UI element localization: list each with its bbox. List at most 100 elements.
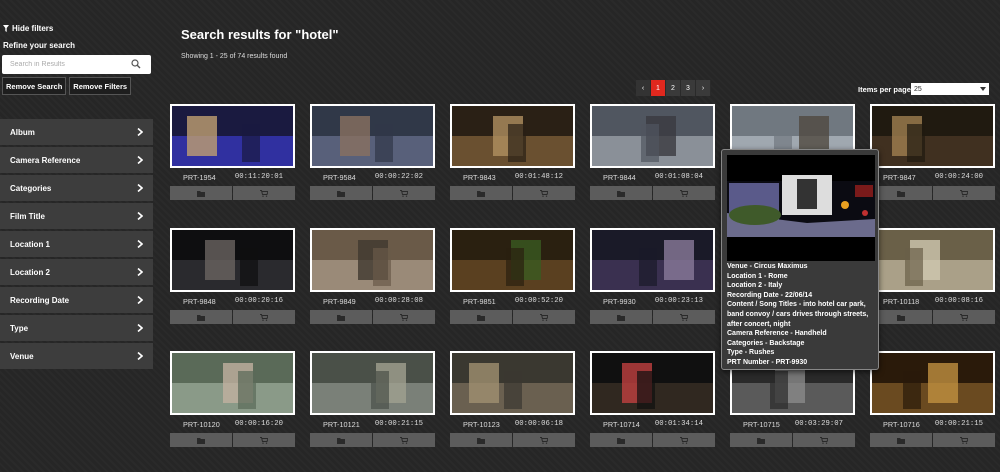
add-to-cart-button[interactable] <box>373 310 435 324</box>
result-meta: PRT-9849 00:00:28:08 <box>310 297 435 306</box>
result-thumbnail[interactable] <box>170 351 295 415</box>
add-to-cart-button[interactable] <box>933 310 995 324</box>
result-thumbnail[interactable] <box>170 228 295 292</box>
add-to-cart-button[interactable] <box>373 186 435 200</box>
result-meta: PRT-9930 00:00:23:13 <box>590 297 715 306</box>
add-to-cart-button[interactable] <box>653 186 715 200</box>
result-id[interactable]: PRT-9584 <box>322 173 356 182</box>
result-thumbnail[interactable] <box>310 104 435 168</box>
filter-camera-reference[interactable]: Camera Reference <box>0 147 153 173</box>
add-to-cart-button[interactable] <box>233 310 295 324</box>
add-to-folder-button[interactable] <box>590 186 652 200</box>
filter-location-2[interactable]: Location 2 <box>0 259 153 285</box>
page-2-button[interactable]: 2 <box>666 80 681 96</box>
result-id[interactable]: PRT-9849 <box>322 297 356 306</box>
result-id[interactable]: PRT-9930 <box>602 297 636 306</box>
result-duration: 00:00:06:18 <box>514 420 563 428</box>
page-1-button[interactable]: 1 <box>651 80 666 96</box>
filter-venue[interactable]: Venue <box>0 343 153 369</box>
result-id[interactable]: PRT-9843 <box>462 173 496 182</box>
add-to-folder-button[interactable] <box>730 433 792 447</box>
result-thumbnail[interactable] <box>450 351 575 415</box>
add-to-folder-button[interactable] <box>870 310 932 324</box>
result-id[interactable]: PRT-10123 <box>462 420 500 429</box>
result-id[interactable]: PRT-1954 <box>182 173 216 182</box>
result-thumbnail[interactable] <box>590 351 715 415</box>
add-to-folder-button[interactable] <box>310 186 372 200</box>
result-thumbnail[interactable] <box>870 351 995 415</box>
add-to-folder-button[interactable] <box>310 310 372 324</box>
remove-filters-button[interactable]: Remove Filters <box>69 77 132 95</box>
result-thumbnail[interactable] <box>450 228 575 292</box>
result-actions <box>450 433 575 447</box>
chevron-right-icon <box>137 240 143 248</box>
result-thumbnail[interactable] <box>450 104 575 168</box>
add-to-folder-button[interactable] <box>450 433 512 447</box>
hide-filters-toggle[interactable]: Hide filters <box>3 24 53 33</box>
add-to-cart-button[interactable] <box>513 310 575 324</box>
search-icon[interactable] <box>131 59 141 69</box>
result-id[interactable]: PRT-10118 <box>882 297 919 306</box>
add-to-cart-button[interactable] <box>653 433 715 447</box>
result-id[interactable]: PRT-10121 <box>322 420 360 429</box>
add-to-folder-button[interactable] <box>450 186 512 200</box>
result-card: PRT-9847 00:00:24:00 <box>870 104 995 200</box>
result-id[interactable]: PRT-9844 <box>602 173 636 182</box>
result-meta: PRT-9848 00:00:20:16 <box>170 297 295 306</box>
add-to-cart-button[interactable] <box>933 433 995 447</box>
result-thumbnail[interactable] <box>870 104 995 168</box>
cart-icon <box>960 189 968 197</box>
result-thumbnail[interactable] <box>590 228 715 292</box>
add-to-folder-button[interactable] <box>450 310 512 324</box>
filter-categories[interactable]: Categories <box>0 175 153 201</box>
remove-search-button[interactable]: Remove Search <box>2 77 67 95</box>
add-to-cart-button[interactable] <box>233 433 295 447</box>
cart-icon <box>960 313 968 321</box>
result-thumbnail[interactable] <box>170 104 295 168</box>
result-id[interactable]: PRT-10120 <box>182 420 220 429</box>
add-to-cart-button[interactable] <box>933 186 995 200</box>
result-id[interactable]: PRT-10714 <box>602 420 640 429</box>
filter-recording-date[interactable]: Recording Date <box>0 287 153 313</box>
add-to-cart-button[interactable] <box>373 433 435 447</box>
filter-type[interactable]: Type <box>0 315 153 341</box>
add-to-cart-button[interactable] <box>653 310 715 324</box>
result-id[interactable]: PRT-9847 <box>882 173 916 182</box>
result-thumbnail[interactable] <box>870 228 995 292</box>
add-to-folder-button[interactable] <box>170 310 232 324</box>
results-count: Showing 1 - 25 of 74 results found <box>181 53 288 60</box>
result-id[interactable]: PRT-10715 <box>742 420 780 429</box>
add-to-folder-button[interactable] <box>590 433 652 447</box>
result-id[interactable]: PRT-9848 <box>182 297 216 306</box>
add-to-folder-button[interactable] <box>590 310 652 324</box>
page-3-button[interactable]: 3 <box>681 80 696 96</box>
add-to-cart-button[interactable] <box>513 433 575 447</box>
cart-icon <box>680 436 688 444</box>
add-to-folder-button[interactable] <box>170 186 232 200</box>
filter-album[interactable]: Album <box>0 119 153 145</box>
result-id[interactable]: PRT-9851 <box>462 297 496 306</box>
chevron-right-icon <box>137 184 143 192</box>
result-meta: PRT-9851 00:00:52:20 <box>450 297 575 306</box>
search-in-results-input[interactable] <box>2 61 122 68</box>
add-to-cart-button[interactable] <box>233 186 295 200</box>
add-to-cart-button[interactable] <box>793 433 855 447</box>
pagination-prev[interactable]: ‹ <box>636 80 651 96</box>
add-to-folder-button[interactable] <box>870 433 932 447</box>
pagination-next[interactable]: › <box>696 80 711 96</box>
filter-film-title[interactable]: Film Title <box>0 203 153 229</box>
add-to-folder-button[interactable] <box>310 433 372 447</box>
add-to-folder-button[interactable] <box>170 433 232 447</box>
result-thumbnail[interactable] <box>590 104 715 168</box>
filter-location-1[interactable]: Location 1 <box>0 231 153 257</box>
result-card: PRT-10120 00:00:16:20 <box>170 351 295 447</box>
result-duration: 00:00:16:20 <box>234 420 283 428</box>
items-per-page-select[interactable]: 25 <box>911 83 989 95</box>
result-thumbnail[interactable] <box>310 228 435 292</box>
result-id[interactable]: PRT-10716 <box>882 420 920 429</box>
filter-label: Location 2 <box>10 267 51 277</box>
add-to-cart-button[interactable] <box>513 186 575 200</box>
result-thumbnail[interactable] <box>310 351 435 415</box>
add-to-folder-button[interactable] <box>870 186 932 200</box>
result-duration: 00:00:28:08 <box>374 297 423 305</box>
